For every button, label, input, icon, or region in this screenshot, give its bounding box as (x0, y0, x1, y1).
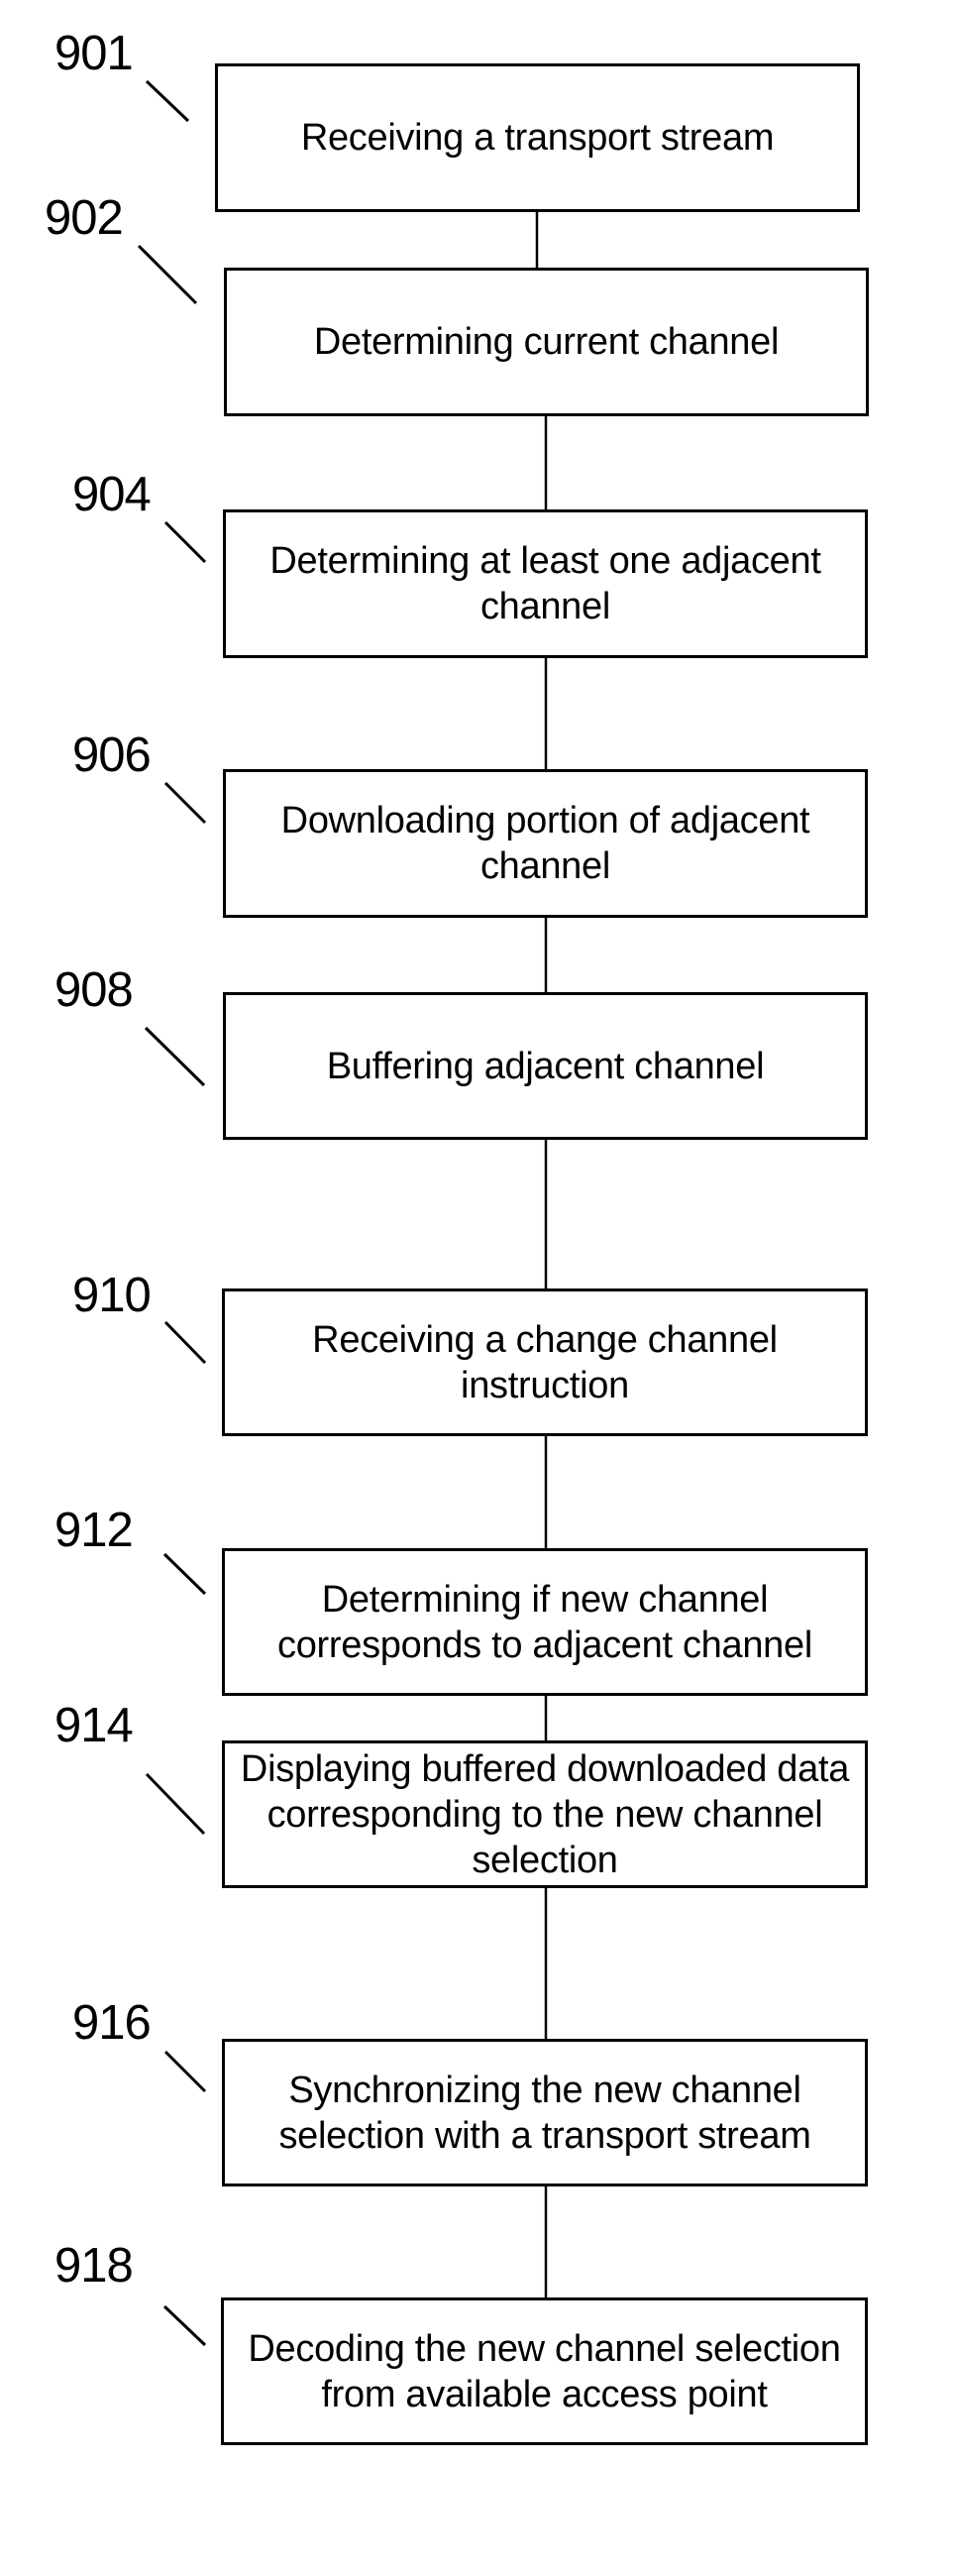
reference-numeral-902: 902 (45, 191, 124, 245)
reference-numeral-904: 904 (72, 468, 152, 521)
step-text: Buffering adjacent channel (326, 1045, 765, 1087)
leader-line-914 (145, 1772, 206, 1836)
step-text: Determining current channel (313, 321, 780, 363)
step-text: Determining if new channel corresponds t… (277, 1578, 812, 1666)
step-box-916: Synchronizing the new channel selection … (222, 2039, 868, 2186)
leader-line-918 (162, 2304, 207, 2347)
step-box-902: Determining current channel (224, 268, 869, 416)
reference-numeral-910: 910 (72, 1269, 152, 1322)
reference-numeral-916: 916 (72, 1996, 152, 2050)
step-text: Synchronizing the new channel selection … (278, 2069, 811, 2157)
step-box-908: Buffering adjacent channel (223, 992, 868, 1140)
reference-numeral-912: 912 (54, 1504, 134, 1557)
leader-line-901 (145, 79, 190, 123)
step-box-910: Receiving a change channel instruction (222, 1288, 868, 1436)
step-text: Receiving a change channel instruction (312, 1318, 778, 1406)
step-text: Displaying buffered downloaded data corr… (240, 1747, 850, 1881)
reference-numeral-914: 914 (54, 1699, 134, 1752)
leader-line-902 (137, 244, 198, 305)
step-text: Decoding the new channel selection from … (248, 2327, 841, 2415)
reference-numeral-908: 908 (54, 963, 134, 1017)
reference-numeral-918: 918 (54, 2239, 134, 2293)
step-box-918: Decoding the new channel selection from … (221, 2297, 868, 2445)
step-box-912: Determining if new channel corresponds t… (222, 1548, 868, 1696)
flowchart: Receiving a transport stream 901 Determini… (0, 0, 955, 2576)
leader-line-912 (162, 1552, 207, 1596)
step-box-914: Displaying buffered downloaded data corr… (222, 1740, 868, 1888)
leader-line-908 (144, 1026, 206, 1087)
step-text: Determining at least one adjacent channe… (269, 540, 821, 627)
step-text: Downloading portion of adjacent channel (280, 800, 810, 887)
reference-numeral-901: 901 (54, 27, 134, 80)
leader-line-910 (163, 1320, 207, 1365)
step-box-901: Receiving a transport stream (215, 63, 860, 212)
reference-numeral-906: 906 (72, 728, 152, 782)
leader-line-904 (163, 520, 207, 564)
step-box-906: Downloading portion of adjacent channel (223, 769, 868, 918)
leader-line-916 (163, 2050, 207, 2093)
step-box-904: Determining at least one adjacent channe… (223, 509, 868, 658)
step-text: Receiving a transport stream (300, 117, 775, 159)
leader-line-906 (163, 781, 207, 825)
